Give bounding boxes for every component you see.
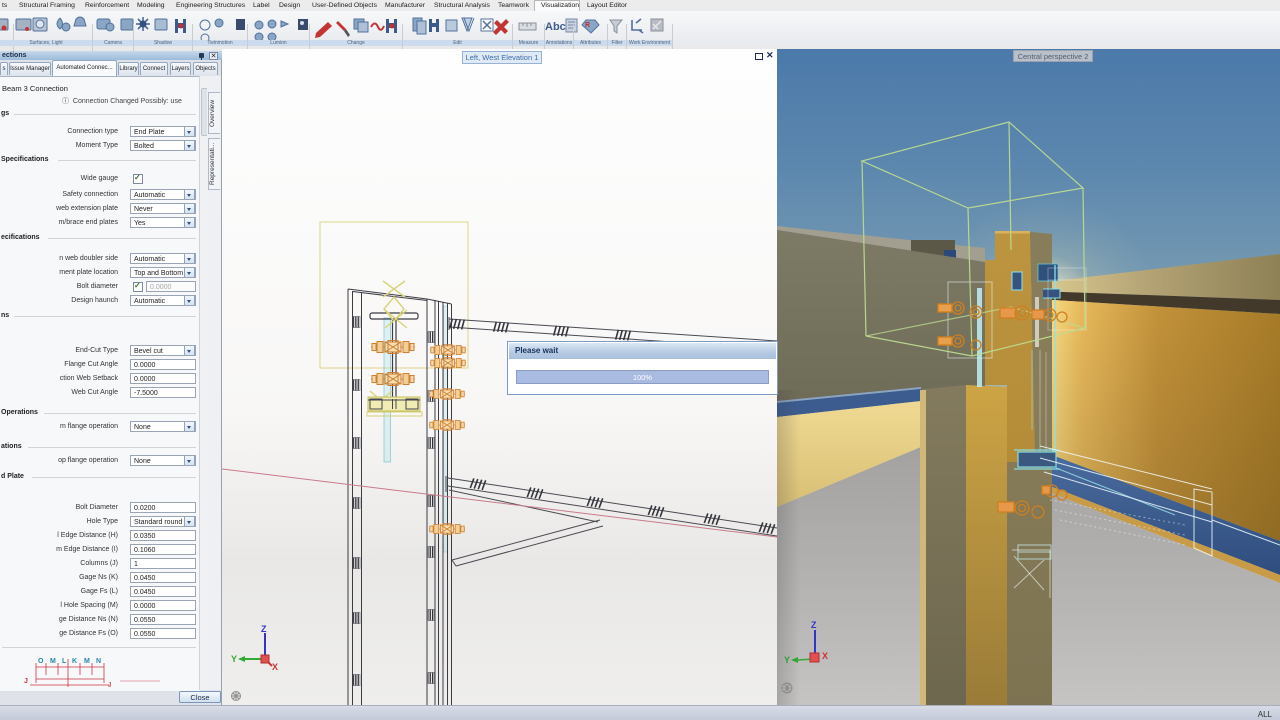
svg-text:Z: Z <box>261 624 267 634</box>
svg-text:L: L <box>62 658 67 665</box>
svg-text:Y: Y <box>231 654 237 664</box>
svg-text:J: J <box>108 682 112 689</box>
svg-text:Abc: Abc <box>545 21 566 33</box>
svg-text:O: O <box>38 658 44 665</box>
svg-text:M: M <box>50 658 56 665</box>
svg-text:K: K <box>72 658 77 665</box>
svg-text:X: X <box>272 662 278 672</box>
svg-text:R: R <box>585 22 590 29</box>
svg-text:J: J <box>24 678 28 685</box>
svg-text:Z: Z <box>811 620 817 630</box>
svg-text:N: N <box>96 658 101 665</box>
svg-text:M: M <box>84 658 90 665</box>
svg-text:X: X <box>822 651 828 661</box>
